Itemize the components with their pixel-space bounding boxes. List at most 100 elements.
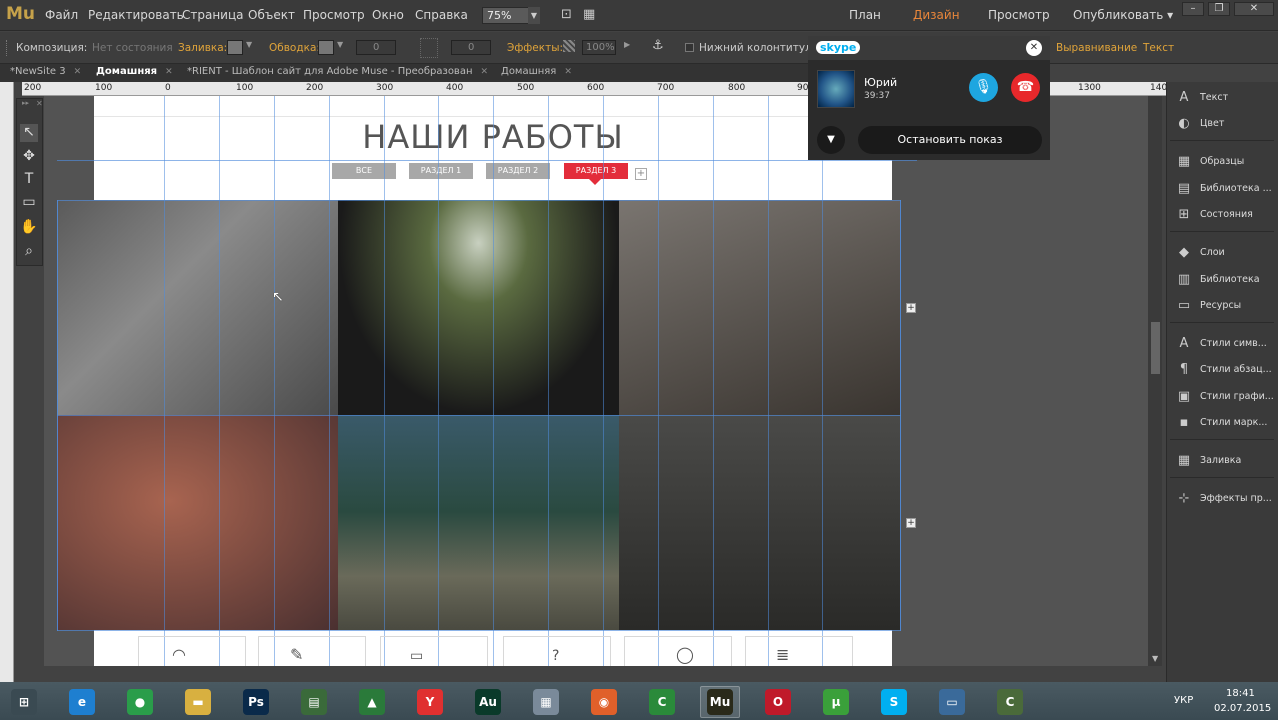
rectangle-tool-icon[interactable]: ▭ [20, 194, 38, 212]
tab-plan[interactable]: План [849, 8, 881, 22]
taskbar-app[interactable]: Ps [236, 686, 276, 718]
taskbar-app[interactable]: e [62, 686, 102, 718]
hang-up-icon[interactable]: ☎ [1011, 73, 1040, 102]
taskbar-app[interactable]: C [990, 686, 1030, 718]
panel-bullet-styles[interactable]: ▪ Стили марк... [1174, 412, 1268, 432]
close-icon[interactable]: ✕ [165, 67, 173, 77]
panel-color[interactable]: ◐ Цвет [1174, 113, 1224, 133]
scrollbar-thumb[interactable] [1151, 322, 1160, 374]
chevron-down-icon[interactable]: ▼ [246, 40, 252, 49]
stroke-swatch[interactable] [318, 40, 334, 55]
taskbar-app[interactable]: ▦ [526, 686, 566, 718]
panel-states[interactable]: ⊞ Состояния [1174, 204, 1253, 224]
text-tool-icon[interactable]: T [20, 171, 38, 189]
scroll-down-icon[interactable]: ▼ [1152, 654, 1158, 663]
menu-help[interactable]: Справка [415, 8, 468, 22]
add-row-icon[interactable]: + [906, 303, 916, 313]
crop-tool-icon[interactable]: ✥ [20, 148, 38, 166]
view-mode-icon[interactable]: ⊡ [561, 7, 572, 22]
clock-time[interactable]: 18:41 [1226, 688, 1255, 699]
opacity-input[interactable]: 100% [582, 40, 616, 55]
stop-sharing-button[interactable]: Остановить показ [858, 126, 1042, 154]
panel-graphic-styles[interactable]: ▣ Стили графи... [1174, 386, 1274, 406]
gallery-tile-mountains[interactable] [619, 415, 900, 630]
taskbar-app[interactable]: Y [410, 686, 450, 718]
align-label[interactable]: Выравнивание [1056, 42, 1137, 54]
selection-tool-icon[interactable]: ↖ [20, 124, 38, 142]
taskbar-app[interactable]: S [874, 686, 914, 718]
stroke-width-input[interactable]: 0 [356, 40, 396, 55]
panel-character-styles[interactable]: A Стили симв... [1174, 333, 1267, 353]
corner-radius-input[interactable]: 0 [451, 40, 491, 55]
panel-library[interactable]: ▥ Библиотека [1174, 269, 1260, 289]
tab-newsite[interactable]: *NewSite 3 ✕ [10, 66, 81, 81]
fill-label[interactable]: Заливка: [178, 42, 227, 54]
close-icon[interactable]: ✕ [564, 67, 572, 77]
add-row-icon[interactable]: + [906, 518, 916, 528]
service-card[interactable] [138, 636, 246, 666]
footer-checkbox[interactable] [685, 43, 694, 52]
panel-text[interactable]: A Текст [1174, 87, 1229, 107]
language-indicator[interactable]: УКР [1174, 695, 1193, 706]
taskbar-app[interactable]: ● [120, 686, 160, 718]
close-icon[interactable]: ✕ [36, 99, 43, 108]
tab-design[interactable]: Дизайн [913, 8, 960, 22]
stroke-align-icon[interactable] [420, 38, 438, 58]
chevron-down-icon[interactable]: ▼ [817, 126, 845, 154]
hand-tool-icon[interactable]: ✋ [20, 219, 38, 237]
taskbar-app[interactable]: ▲ [352, 686, 392, 718]
tab-home[interactable]: Домашняя ✕ [501, 66, 572, 81]
panel-assets[interactable]: ▭ Ресурсы [1174, 295, 1241, 315]
panel-paragraph-styles[interactable]: ¶ Стили абзац... [1174, 359, 1272, 379]
collapse-icon[interactable]: ▸▸ [22, 99, 29, 107]
taskbar-app[interactable]: O [758, 686, 798, 718]
filter-section3-button[interactable]: РАЗДЕЛ 3 [564, 163, 628, 179]
zoom-tool-icon[interactable]: ⌕ [20, 243, 38, 261]
taskbar-app[interactable]: μ [816, 686, 856, 718]
menu-edit[interactable]: Редактировать [88, 8, 184, 22]
menu-page[interactable]: Страница [182, 8, 244, 22]
service-card[interactable] [380, 636, 488, 666]
gallery-tile-beach-van[interactable] [338, 415, 619, 630]
chevron-down-icon[interactable]: ▼ [337, 40, 343, 49]
close-icon[interactable]: ✕ [74, 67, 82, 77]
menu-view[interactable]: Просмотр [303, 8, 365, 22]
service-card[interactable] [745, 636, 853, 666]
tab-home-active[interactable]: Домашняя ✕ [96, 66, 173, 81]
effects-label[interactable]: Эффекты: [507, 42, 563, 54]
taskbar-app[interactable]: ▭ [932, 686, 972, 718]
panel-layers[interactable]: ◆ Слои [1174, 242, 1225, 262]
menu-file[interactable]: Файл [45, 8, 78, 22]
close-icon[interactable]: ✕ [1234, 2, 1274, 16]
panel-swatches[interactable]: ▦ Образцы [1174, 151, 1244, 171]
publish-button[interactable]: Опубликовать ▾ [1073, 8, 1173, 22]
gallery-tile-building[interactable] [338, 200, 619, 415]
vertical-scrollbar[interactable] [1148, 96, 1162, 666]
microphone-icon[interactable]: 🎙 [969, 73, 998, 102]
gallery-tile-flowers[interactable] [57, 415, 338, 630]
minimize-icon[interactable]: – [1182, 2, 1204, 16]
filter-section1-button[interactable]: РАЗДЕЛ 1 [409, 163, 473, 179]
close-icon[interactable]: ✕ [481, 67, 489, 77]
vertical-ruler[interactable] [0, 82, 14, 682]
filter-section2-button[interactable]: РАЗДЕЛ 2 [486, 163, 550, 179]
menu-object[interactable]: Объект [248, 8, 295, 22]
menu-window[interactable]: Окно [372, 8, 404, 22]
fill-swatch[interactable] [227, 40, 243, 55]
stroke-label[interactable]: Обводка: [269, 42, 320, 54]
close-icon[interactable]: ✕ [1026, 40, 1042, 56]
text-label[interactable]: Текст [1143, 42, 1174, 54]
tab-rient-template[interactable]: *RIENT - Шаблон сайт для Adobe Muse - Пр… [187, 66, 488, 81]
panel-effects[interactable]: ⊹ Эффекты пр... [1174, 488, 1272, 508]
chevron-down-icon[interactable]: ▼ [528, 7, 540, 24]
taskbar-app[interactable]: Mu [700, 686, 740, 718]
add-filter-icon[interactable]: + [635, 168, 647, 180]
taskbar-app[interactable]: ▤ [294, 686, 334, 718]
taskbar-app[interactable]: Au [468, 686, 508, 718]
grid-mode-icon[interactable]: ▦ [583, 7, 595, 22]
gallery-tile-laptop[interactable] [57, 200, 338, 415]
tab-preview[interactable]: Просмотр [988, 8, 1050, 22]
taskbar-app[interactable]: C [642, 686, 682, 718]
maximize-icon[interactable]: ❐ [1208, 2, 1230, 16]
taskbar-app[interactable]: ▬ [178, 686, 218, 718]
